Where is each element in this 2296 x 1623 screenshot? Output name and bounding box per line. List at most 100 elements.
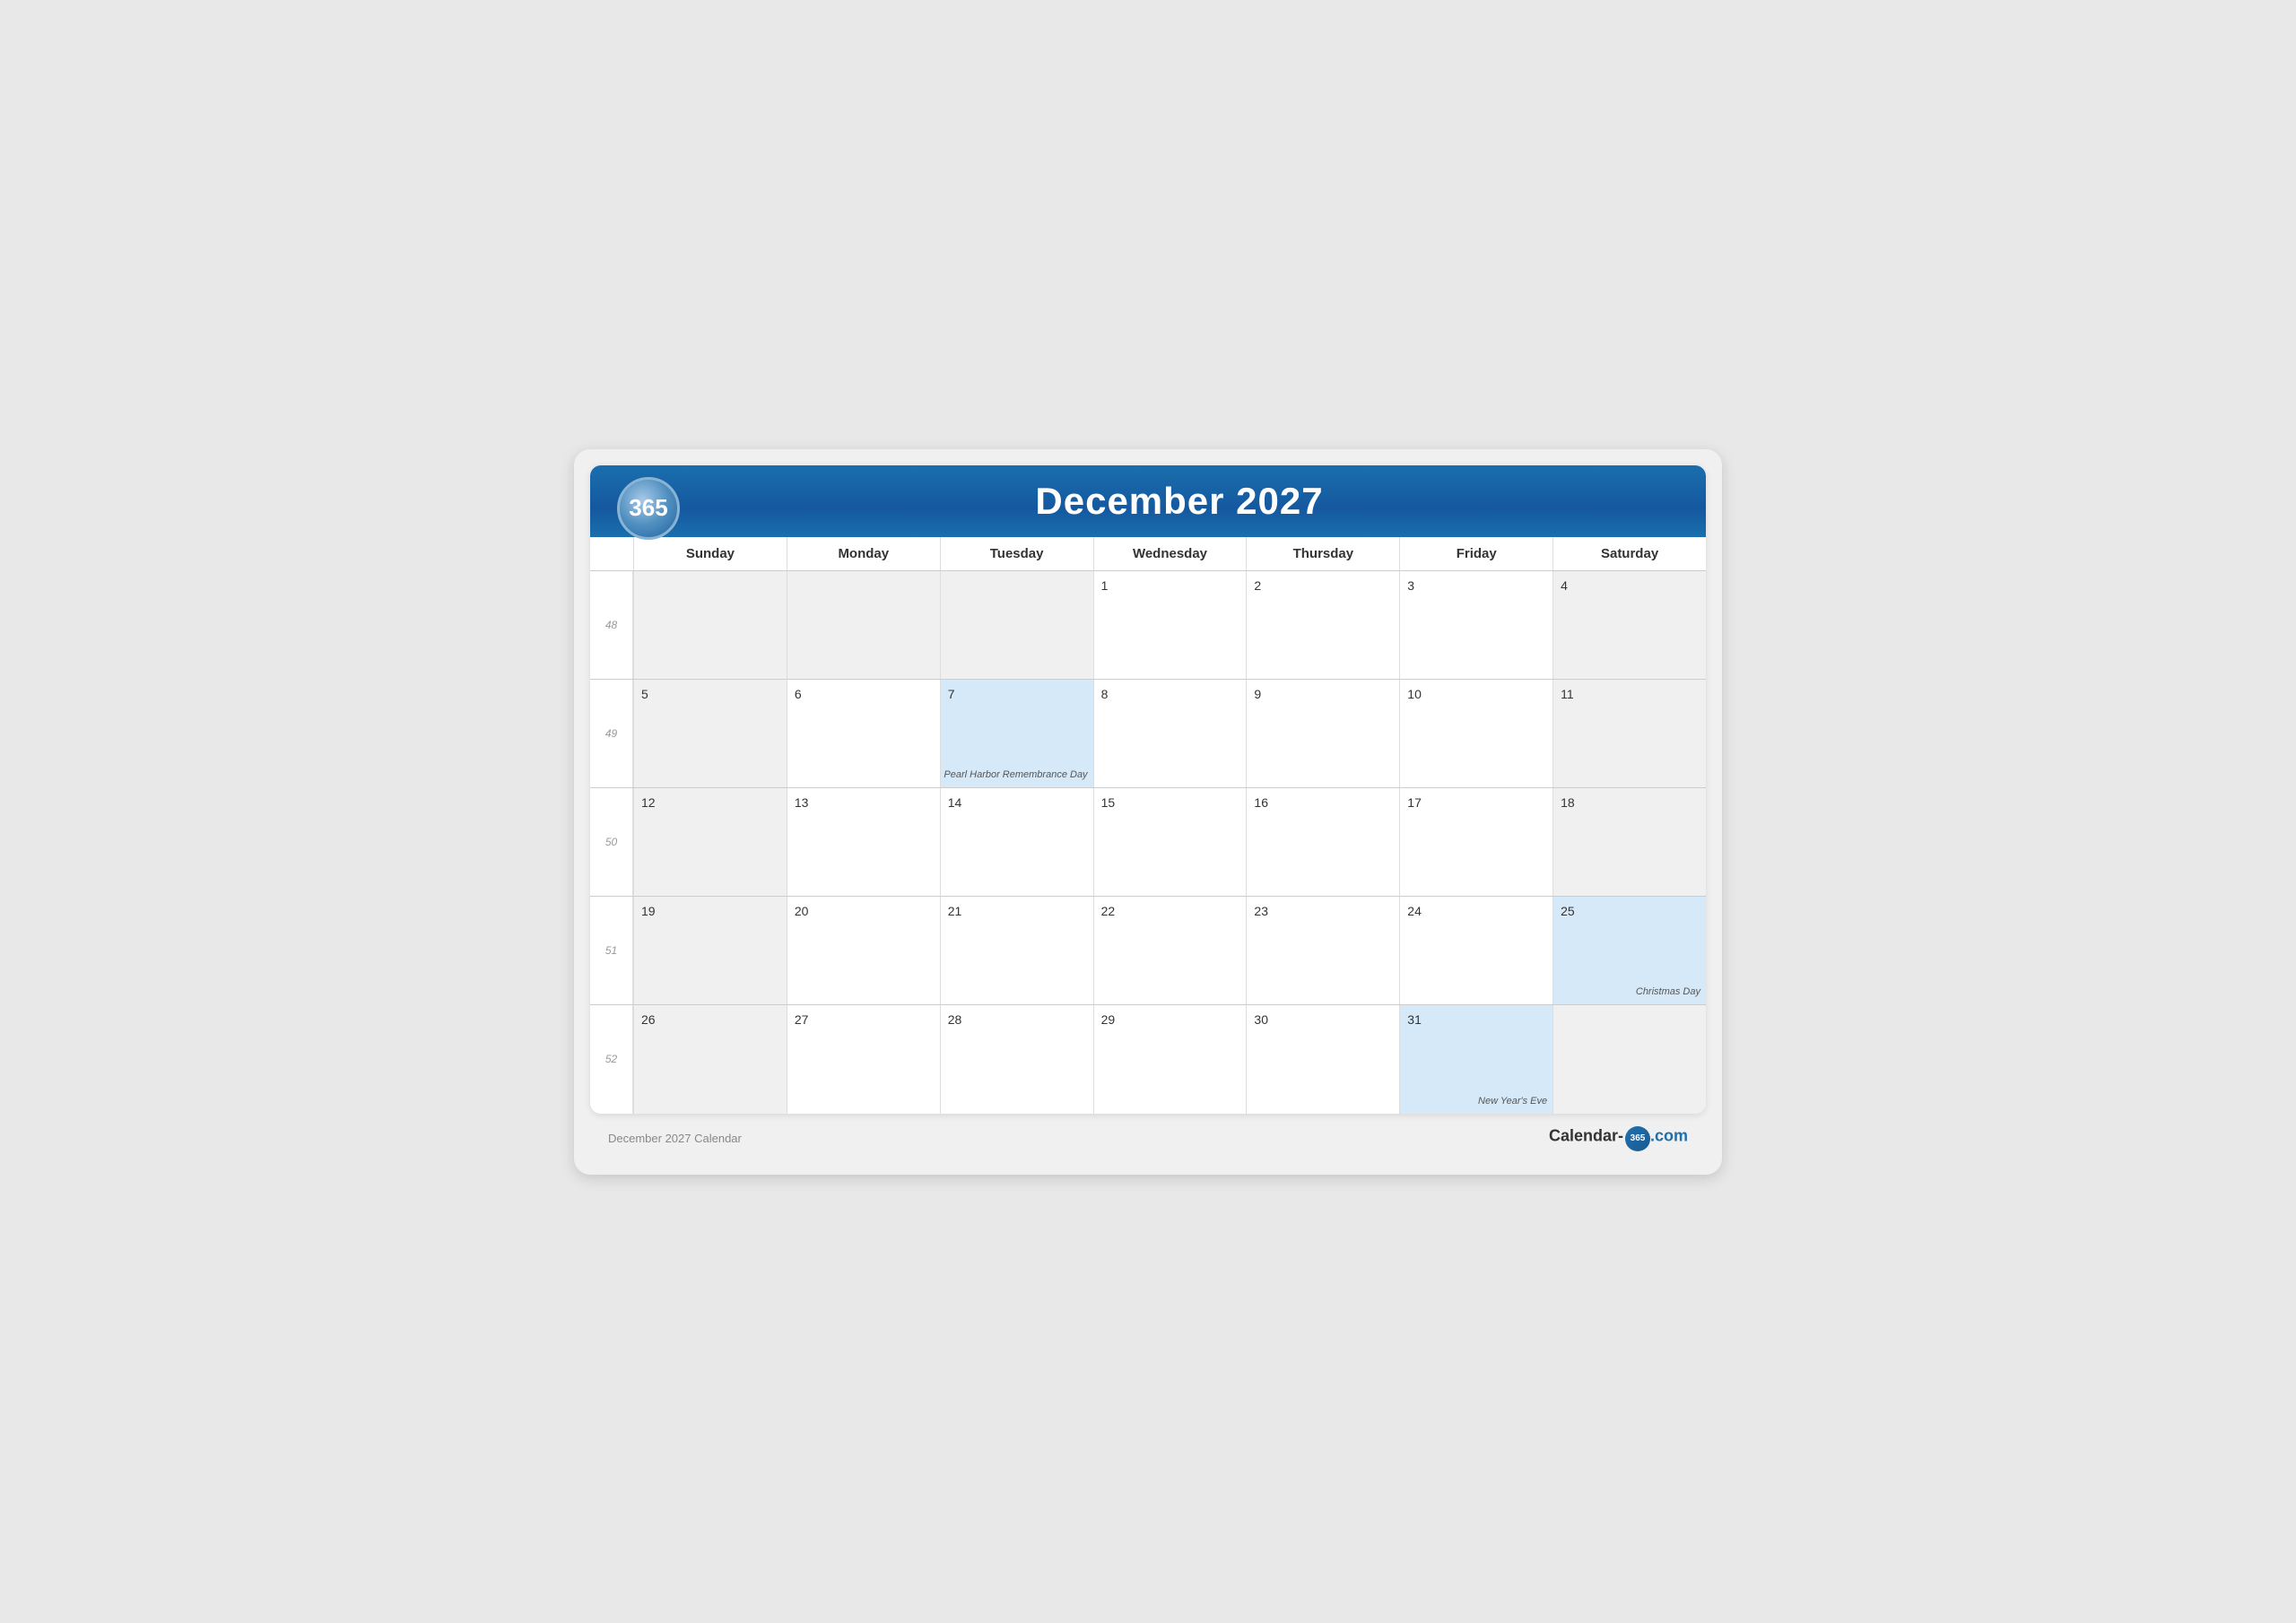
- day-number: 5: [641, 687, 779, 701]
- day-cell-19[interactable]: 19: [633, 897, 787, 1004]
- day-header-saturday: Saturday: [1552, 537, 1706, 570]
- day-cell-26[interactable]: 26: [633, 1005, 787, 1114]
- day-cell-30[interactable]: 30: [1246, 1005, 1399, 1114]
- day-number: 18: [1561, 795, 1699, 810]
- day-cell-8[interactable]: 8: [1093, 680, 1247, 787]
- day-cell-9[interactable]: 9: [1246, 680, 1399, 787]
- day-number: 2: [1254, 578, 1392, 593]
- day-cell-24[interactable]: 24: [1399, 897, 1552, 1004]
- week-num-header: [590, 537, 633, 570]
- footer-brand: Calendar-365.com: [1549, 1126, 1688, 1151]
- day-header-monday: Monday: [787, 537, 940, 570]
- logo-text: 365: [629, 494, 667, 522]
- day-header-tuesday: Tuesday: [940, 537, 1093, 570]
- day-number: 29: [1101, 1012, 1239, 1027]
- day-number: 31: [1407, 1012, 1545, 1027]
- event-label: Pearl Harbor Remembrance Day: [944, 769, 1087, 780]
- day-number: 28: [948, 1012, 1086, 1027]
- day-cell-21[interactable]: 21: [940, 897, 1093, 1004]
- day-number: 1: [1101, 578, 1239, 593]
- week-number-52: 52: [590, 1005, 633, 1114]
- day-header-thursday: Thursday: [1246, 537, 1399, 570]
- day-number: 6: [795, 687, 933, 701]
- day-header-sunday: Sunday: [633, 537, 787, 570]
- day-cell-23[interactable]: 23: [1246, 897, 1399, 1004]
- day-header-wednesday: Wednesday: [1093, 537, 1247, 570]
- day-cell-12[interactable]: 12: [633, 788, 787, 896]
- day-number: 13: [795, 795, 933, 810]
- day-cell-27[interactable]: 27: [787, 1005, 940, 1114]
- day-number: 10: [1407, 687, 1545, 701]
- month-title: December 2027: [680, 480, 1679, 523]
- day-headers: Sunday Monday Tuesday Wednesday Thursday…: [590, 537, 1706, 571]
- day-number: 22: [1101, 904, 1239, 918]
- day-cell-5[interactable]: 5: [633, 680, 787, 787]
- footer-text: December 2027 Calendar: [608, 1132, 742, 1145]
- day-cell-13[interactable]: 13: [787, 788, 940, 896]
- week-number-48: 48: [590, 571, 633, 679]
- day-cell-2[interactable]: 2: [1246, 571, 1399, 679]
- day-cell-22[interactable]: 22: [1093, 897, 1247, 1004]
- calendar-container: 365 December 2027 Sunday Monday Tuesday …: [590, 465, 1706, 1114]
- calendar-row-3: 50 12 13 14 15 16 17 18: [590, 788, 1706, 897]
- day-number: 4: [1561, 578, 1699, 593]
- day-number: 23: [1254, 904, 1392, 918]
- day-cell-25[interactable]: 25 Christmas Day: [1552, 897, 1706, 1004]
- calendar-row-5: 52 26 27 28 29 30 31 New Year's Eve: [590, 1005, 1706, 1114]
- day-cell-17[interactable]: 17: [1399, 788, 1552, 896]
- day-number: 15: [1101, 795, 1239, 810]
- day-cell-empty-4-6[interactable]: [1552, 1005, 1706, 1114]
- day-number: 17: [1407, 795, 1545, 810]
- day-header-friday: Friday: [1399, 537, 1552, 570]
- day-cell-28[interactable]: 28: [940, 1005, 1093, 1114]
- logo: 365: [617, 477, 680, 540]
- day-number: 8: [1101, 687, 1239, 701]
- week-number-49: 49: [590, 680, 633, 787]
- day-cell-4[interactable]: 4: [1552, 571, 1706, 679]
- day-cell-15[interactable]: 15: [1093, 788, 1247, 896]
- calendar-row-2: 49 5 6 7 Pearl Harbor Remembrance Day 8 9 10 11: [590, 680, 1706, 788]
- brand-circle: 365: [1625, 1126, 1650, 1151]
- day-cell-empty-0-2[interactable]: [940, 571, 1093, 679]
- week-number-50: 50: [590, 788, 633, 896]
- day-number: 12: [641, 795, 779, 810]
- event-label: Christmas Day: [1636, 986, 1700, 997]
- calendar-header: 365 December 2027: [590, 465, 1706, 537]
- day-number: 20: [795, 904, 933, 918]
- day-number: 27: [795, 1012, 933, 1027]
- day-cell-empty-0-0[interactable]: [633, 571, 787, 679]
- day-number: 16: [1254, 795, 1392, 810]
- day-cell-7[interactable]: 7 Pearl Harbor Remembrance Day: [940, 680, 1093, 787]
- day-number: 30: [1254, 1012, 1392, 1027]
- day-cell-empty-0-1[interactable]: [787, 571, 940, 679]
- day-number: 11: [1561, 687, 1699, 701]
- day-cell-1[interactable]: 1: [1093, 571, 1247, 679]
- calendar-grid: 48123449567Pearl Harbor Remembrance Day8…: [590, 571, 1706, 1114]
- week-number-51: 51: [590, 897, 633, 1004]
- day-number: 26: [641, 1012, 779, 1027]
- day-number: 7: [948, 687, 1086, 701]
- day-cell-6[interactable]: 6: [787, 680, 940, 787]
- day-cell-14[interactable]: 14: [940, 788, 1093, 896]
- day-cell-3[interactable]: 3: [1399, 571, 1552, 679]
- calendar-row-4: 51 19 20 21 22 23 24 25 Christmas Day: [590, 897, 1706, 1005]
- footer: December 2027 Calendar Calendar-365.com: [590, 1114, 1706, 1159]
- day-number: 3: [1407, 578, 1545, 593]
- day-number: 21: [948, 904, 1086, 918]
- day-cell-18[interactable]: 18: [1552, 788, 1706, 896]
- calendar-row-1: 48 123 4: [590, 571, 1706, 680]
- day-number: 19: [641, 904, 779, 918]
- event-label: New Year's Eve: [1478, 1096, 1547, 1107]
- page-wrapper: 365 December 2027 Sunday Monday Tuesday …: [574, 449, 1722, 1175]
- day-cell-11[interactable]: 11: [1552, 680, 1706, 787]
- day-cell-16[interactable]: 16: [1246, 788, 1399, 896]
- day-number: 24: [1407, 904, 1545, 918]
- day-cell-29[interactable]: 29: [1093, 1005, 1247, 1114]
- day-number: 25: [1561, 904, 1699, 918]
- brand-calendar: Calendar-: [1549, 1126, 1623, 1144]
- day-cell-20[interactable]: 20: [787, 897, 940, 1004]
- day-cell-31[interactable]: 31 New Year's Eve: [1399, 1005, 1552, 1114]
- day-cell-10[interactable]: 10: [1399, 680, 1552, 787]
- day-number: 14: [948, 795, 1086, 810]
- day-number: 9: [1254, 687, 1392, 701]
